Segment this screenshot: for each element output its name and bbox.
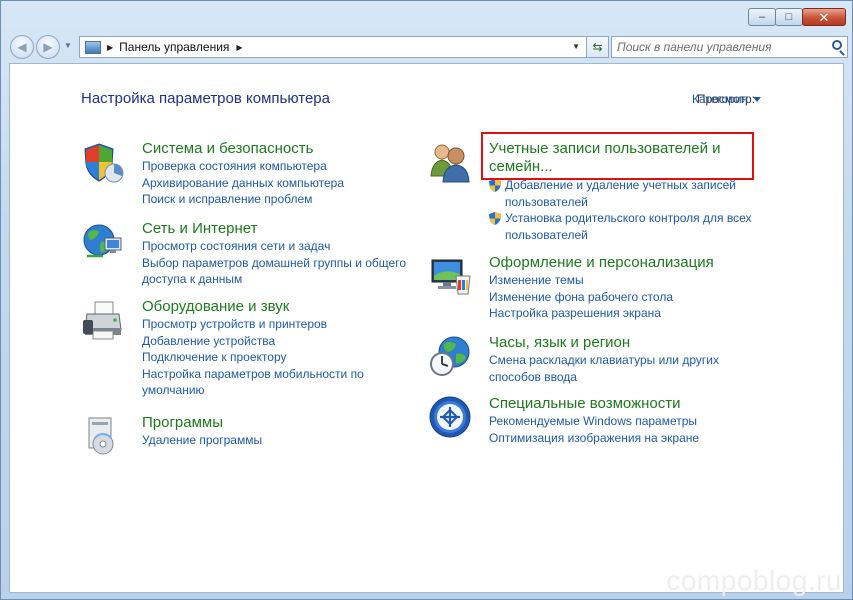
programs-icon	[88, 417, 114, 455]
search-box[interactable]	[611, 36, 848, 58]
link-change-keyboard[interactable]: Смена раскладки клавиатуры или других сп…	[489, 352, 769, 385]
link-change-background[interactable]: Изменение фона рабочего стола	[489, 289, 769, 306]
clock-globe-icon	[430, 336, 470, 376]
link-label[interactable]: Установка родительского контроля для все…	[505, 211, 752, 242]
link-optimize-display[interactable]: Оптимизация изображения на экране	[489, 430, 769, 447]
link-add-device[interactable]: Добавление устройства	[142, 333, 422, 350]
link-parental-controls[interactable]: Установка родительского контроля для все…	[489, 210, 774, 243]
accessibility-icon	[429, 396, 471, 438]
category-hardware-sound: Оборудование и звук Просмотр устройств и…	[81, 298, 421, 408]
category-title[interactable]: Часы, язык и регион	[489, 334, 769, 352]
close-button[interactable]: ✕	[802, 8, 846, 26]
content-pane: Настройка параметров компьютера Просмотр…	[9, 63, 844, 593]
link-change-theme[interactable]: Изменение темы	[489, 272, 769, 289]
back-arrow-icon: ◀	[17, 40, 27, 54]
refresh-icon: ⇆	[592, 40, 603, 54]
link-mobility-settings[interactable]: Настройка параметров мобильности по умол…	[142, 366, 422, 399]
maximize-button[interactable]: □	[775, 8, 803, 26]
link-homegroup[interactable]: Выбор параметров домашней группы и общег…	[142, 255, 422, 288]
category-network-internet: Сеть и Интернет Просмотр состояния сети …	[81, 220, 421, 290]
view-by-value[interactable]: Категория	[692, 92, 748, 106]
printer-icon	[83, 301, 122, 340]
category-title[interactable]: Система и безопасность	[142, 140, 422, 158]
link-label[interactable]: Добавление и удаление учетных записей по…	[505, 178, 736, 209]
category-title[interactable]: Программы	[142, 414, 422, 432]
link-devices-printers[interactable]: Просмотр устройств и принтеров	[142, 316, 422, 333]
refresh-button[interactable]: ⇆	[587, 36, 609, 58]
link-check-computer-status[interactable]: Проверка состояния компьютера	[142, 158, 422, 175]
chevron-down-icon[interactable]	[753, 97, 762, 103]
link-screen-resolution[interactable]: Настройка разрешения экрана	[489, 305, 769, 322]
category-title[interactable]: Оборудование и звук	[142, 298, 422, 316]
uac-shield-icon	[489, 212, 501, 225]
users-icon	[430, 144, 470, 183]
window-caption-buttons: – □ ✕	[748, 8, 846, 26]
minimize-button[interactable]: –	[748, 8, 776, 26]
category-appearance: Оформление и персонализация Изменение те…	[428, 254, 768, 324]
link-network-status[interactable]: Просмотр состояния сети и задач	[142, 238, 422, 255]
search-icon[interactable]	[832, 40, 842, 50]
category-title[interactable]: Специальные возможности	[489, 395, 769, 413]
recent-pages-dropdown-icon[interactable]: ▼	[64, 41, 72, 50]
monitor-palette-icon	[431, 259, 471, 295]
category-title[interactable]: Оформление и персонализация	[489, 254, 769, 272]
search-input[interactable]	[617, 40, 822, 54]
link-backup[interactable]: Архивирование данных компьютера	[142, 175, 422, 192]
navigation-bar: ◀ ▶ ▼ ▶ Панель управления ▶ ▼ ⇆	[7, 33, 848, 61]
link-uninstall-program[interactable]: Удаление программы	[142, 432, 422, 449]
link-troubleshoot[interactable]: Поиск и исправление проблем	[142, 191, 422, 208]
watermark: compoblog.ru	[666, 565, 842, 596]
breadcrumb-separator-icon[interactable]: ▶	[107, 43, 113, 52]
highlight-box	[481, 132, 754, 180]
address-dropdown-icon[interactable]: ▼	[572, 42, 580, 51]
control-panel-icon	[85, 40, 101, 54]
window-frame: – □ ✕ ◀ ▶ ▼ ▶ Панель управления ▶ ▼ ⇆ На…	[0, 0, 853, 600]
link-add-remove-accounts[interactable]: Добавление и удаление учетных записей по…	[489, 177, 774, 210]
forward-button[interactable]: ▶	[36, 35, 60, 59]
category-title[interactable]: Сеть и Интернет	[142, 220, 422, 238]
breadcrumb-expand-icon[interactable]: ▶	[236, 43, 242, 52]
page-title: Настройка параметров компьютера	[81, 90, 330, 107]
address-bar[interactable]: ▶ Панель управления ▶ ▼	[79, 36, 587, 58]
link-connect-projector[interactable]: Подключение к проектору	[142, 349, 422, 366]
category-system-security: Система и безопасность Проверка состояни…	[81, 140, 421, 210]
category-programs: Программы Удаление программы	[81, 414, 421, 464]
uac-shield-icon	[489, 179, 501, 192]
breadcrumb-control-panel[interactable]: Панель управления	[119, 40, 229, 54]
view-by-dropdown[interactable]: Категория	[692, 92, 762, 106]
forward-arrow-icon: ▶	[43, 40, 53, 54]
category-ease-of-access: Специальные возможности Рекомендуемые Wi…	[428, 395, 768, 455]
link-recommended-settings[interactable]: Рекомендуемые Windows параметры	[489, 413, 769, 430]
category-clock-language-region: Часы, язык и регион Смена раскладки клав…	[428, 334, 768, 394]
globe-network-icon	[83, 224, 122, 258]
shield-pie-icon	[84, 143, 124, 183]
back-button[interactable]: ◀	[10, 35, 34, 59]
